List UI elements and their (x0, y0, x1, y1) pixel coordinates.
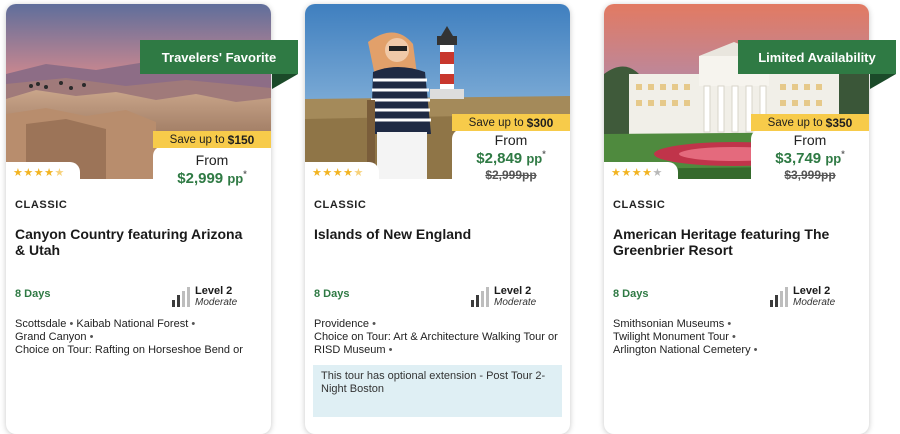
activity-level: Level 2 Moderate (471, 286, 536, 308)
level-description: Moderate (793, 297, 836, 308)
stop: Scottsdale (15, 318, 67, 330)
price-value: $3,749 (775, 150, 822, 167)
tour-category: CLASSIC (613, 199, 666, 211)
level-label: Level 2 (494, 285, 532, 297)
price-value: $2,999 (177, 170, 224, 187)
price-box: From $3,749 pp* $3,999pp (751, 129, 869, 182)
tour-title[interactable]: Canyon Country featuring Arizona & Utah (15, 226, 255, 258)
stars-full: ★★★★ (611, 167, 653, 179)
star-rating: ★★★★★ (6, 162, 80, 188)
from-label: From (195, 152, 229, 168)
activity-level-icon (770, 287, 788, 307)
tour-duration: 8 Days (314, 288, 350, 300)
stars-half: ★ (353, 167, 364, 179)
price-box: From $2,849 pp* $2,999pp (452, 129, 570, 182)
stars-half: ★ (54, 167, 65, 179)
save-amount: $350 (825, 115, 853, 130)
activity-level-icon (471, 287, 489, 307)
stop: Grand Canyon (15, 331, 87, 343)
level-description: Moderate (494, 297, 537, 308)
tour-duration: 8 Days (15, 288, 51, 300)
tour-category: CLASSIC (15, 199, 68, 211)
price-box: From $2,999 pp* (153, 146, 271, 204)
per-person-label: pp (526, 151, 543, 166)
price-asterisk: * (243, 169, 247, 179)
price: $2,999 pp* (153, 169, 271, 187)
tour-title[interactable]: American Heritage featuring The Greenbri… (613, 226, 853, 258)
activity-level-icon (172, 287, 190, 307)
per-person-label: pp (825, 151, 842, 166)
stop: Arlington National Cemetery (613, 344, 751, 356)
tour-duration: 8 Days (613, 288, 649, 300)
itinerary-highlights: Smithsonian Museums • Twilight Monument … (613, 318, 758, 356)
stop: Kaibab National Forest (76, 318, 189, 330)
original-price: $3,999pp (784, 168, 836, 182)
from-label: From (793, 132, 827, 148)
save-amount: $300 (526, 115, 554, 130)
price-value: $2,849 (476, 150, 523, 167)
itinerary-highlights: Providence • Choice on Tour: Art & Archi… (314, 318, 558, 356)
level-description: Moderate (195, 297, 238, 308)
limited-availability-badge: Limited Availability (738, 40, 896, 89)
tour-category: CLASSIC (314, 199, 367, 211)
stop: Smithsonian Museums (613, 318, 725, 330)
price: $3,749 pp* (751, 149, 869, 167)
per-person-label: pp (227, 171, 244, 186)
level-label: Level 2 (793, 285, 831, 297)
stop: Providence (314, 318, 370, 330)
tour-extension-note: This tour has optional extension - Post … (313, 365, 562, 417)
stop: Choice on Tour: Rafting on Horseshoe Ben… (15, 344, 243, 356)
activity-level: Level 2 Moderate (172, 286, 237, 308)
stop: Twilight Monument Tour (613, 331, 729, 343)
from-label: From (494, 132, 528, 148)
star-rating: ★★★★★ (305, 162, 379, 188)
stars-full: ★★★★ (13, 167, 55, 179)
price-asterisk: * (841, 149, 845, 159)
price: $2,849 pp* (452, 149, 570, 167)
save-prefix: Save up to (767, 116, 823, 129)
price-asterisk: * (542, 149, 546, 159)
level-label: Level 2 (195, 285, 233, 297)
activity-level: Level 2 Moderate (770, 286, 835, 308)
travelers-favorite-badge: Travelers' Favorite (140, 40, 298, 89)
stop: Choice on Tour: Art & Architecture Walki… (314, 331, 558, 356)
save-prefix: Save up to (468, 116, 524, 129)
original-price: $2,999pp (485, 168, 537, 182)
stars-full: ★★★★ (312, 167, 354, 179)
savings-badge: Save up to $350 (751, 114, 869, 131)
tour-title[interactable]: Islands of New England (314, 226, 554, 242)
tour-card-canyon-country[interactable]: Travelers' Favorite Save up to $150 From… (6, 4, 298, 434)
save-prefix: Save up to (169, 133, 225, 146)
stars-empty: ★ (652, 167, 663, 179)
save-amount: $150 (227, 132, 255, 147)
star-rating: ★★★★★ (604, 162, 678, 188)
savings-badge: Save up to $150 (153, 131, 271, 148)
tour-card-islands-new-england[interactable]: Save up to $300 From $2,849 pp* $2,999pp… (305, 4, 570, 434)
itinerary-highlights: Scottsdale • Kaibab National Forest • Gr… (15, 318, 243, 356)
tour-card-american-heritage[interactable]: Limited Availability Save up to $350 Fro… (604, 4, 896, 434)
savings-badge: Save up to $300 (452, 114, 570, 131)
